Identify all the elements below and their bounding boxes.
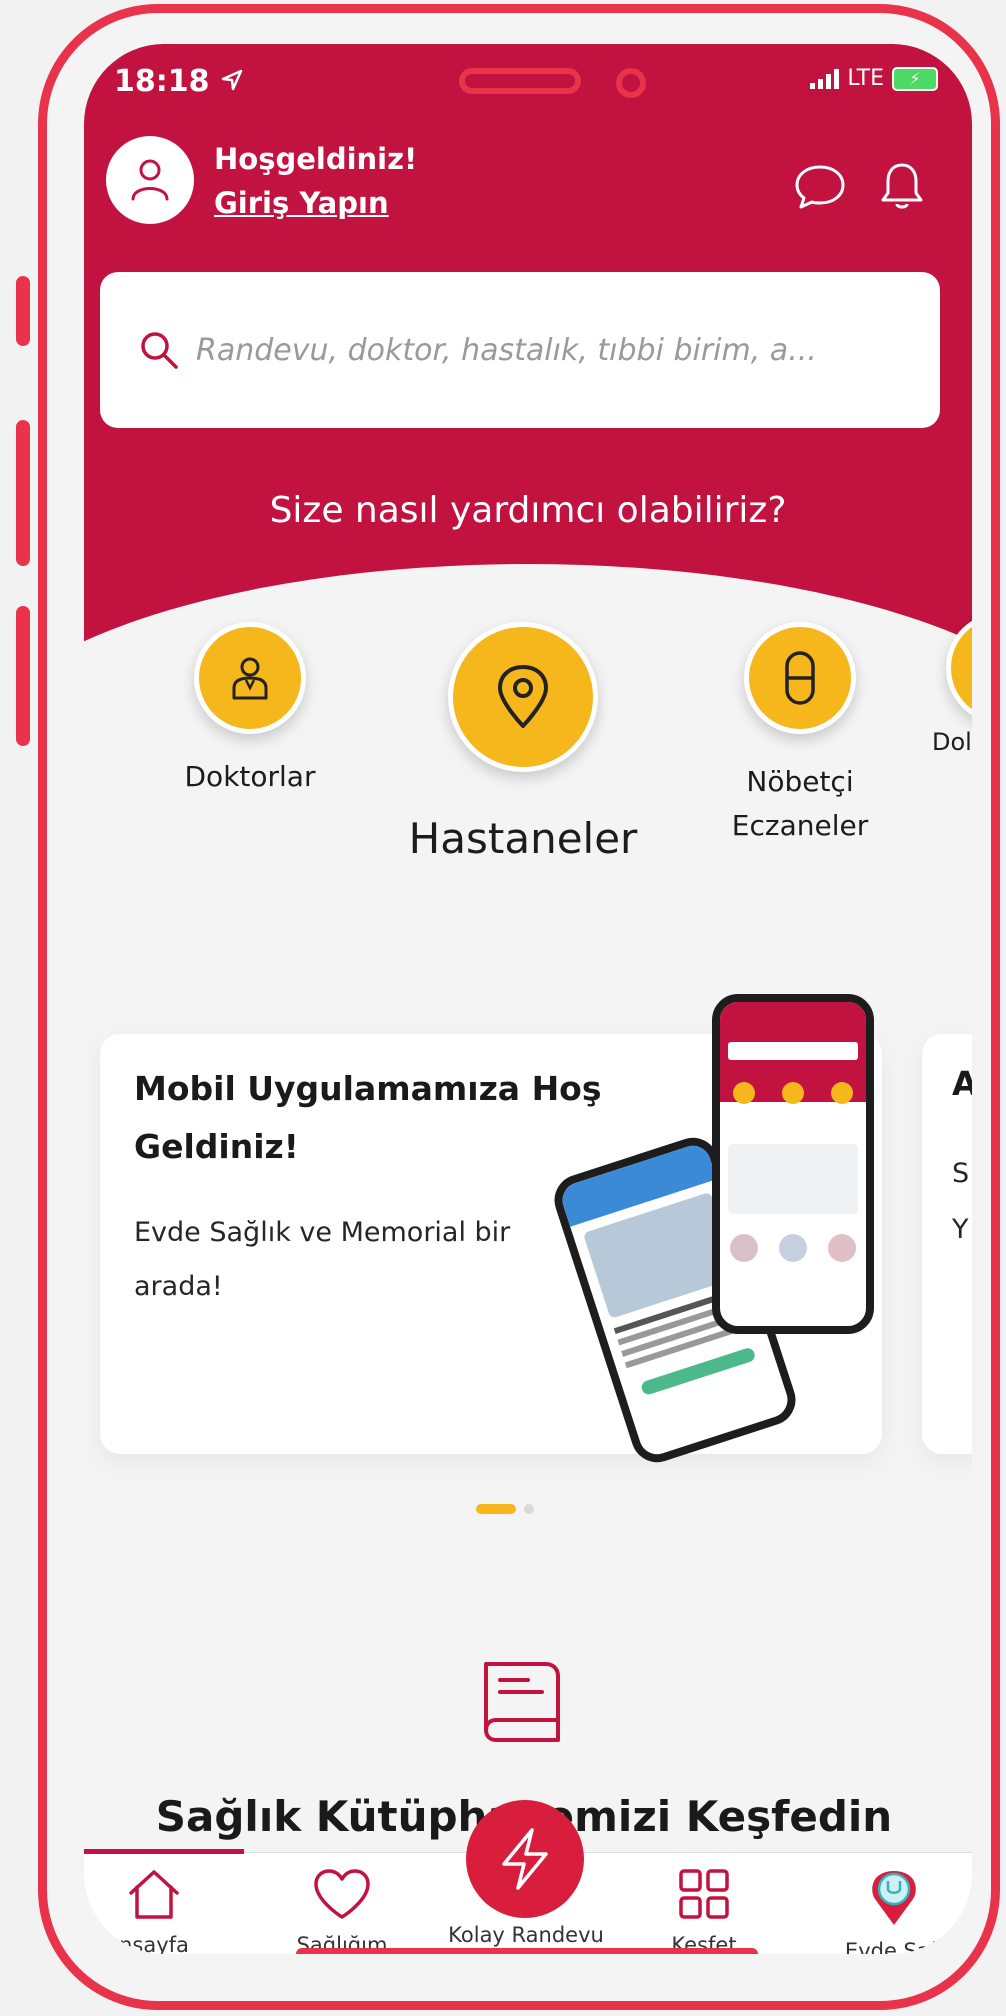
lightning-icon <box>502 1828 548 1890</box>
stethoscope-pin-icon <box>872 1871 916 1925</box>
nav-home-health-label: Evde Sağ <box>844 1939 944 1954</box>
book-icon <box>480 1656 564 1752</box>
login-link[interactable]: Giriş Yapın <box>214 186 389 220</box>
category-hospitals-button[interactable] <box>448 622 598 772</box>
category-doctors-button[interactable] <box>194 622 306 734</box>
search-input[interactable] <box>194 331 898 369</box>
device-mute-button <box>16 276 30 346</box>
nav-active-indicator <box>84 1849 244 1854</box>
camera-notch-dot <box>616 68 646 98</box>
carousel-dot[interactable] <box>524 1504 534 1514</box>
doctor-icon <box>232 657 268 700</box>
app-screen: 18:18 LTE ⚡ Hoşgeldiniz! Giriş Yapın Siz… <box>84 44 972 1954</box>
home-indicator <box>296 1948 758 1954</box>
nav-home-health[interactable]: Evde Sağ <box>814 1867 972 1954</box>
nav-quick-appointment-label: Kolay Randevu <box>448 1923 604 1947</box>
category-pharmacies-label[interactable]: Nöbetçi Eczaneler <box>690 760 910 848</box>
status-time: 18:18 <box>114 64 244 100</box>
network-label: LTE <box>847 66 884 91</box>
carousel-pagination[interactable] <box>476 1504 534 1514</box>
bell-icon <box>881 163 923 209</box>
nav-my-health[interactable]: Sağlığım <box>262 1867 422 1954</box>
status-indicators: LTE ⚡ <box>810 66 938 91</box>
signal-icon <box>810 68 840 89</box>
category-next-label[interactable]: Dol <box>932 728 972 756</box>
location-pin-icon <box>498 665 548 728</box>
promo-card-next-text: S Y <box>952 1158 970 1245</box>
category-pharmacies-button[interactable] <box>744 622 856 734</box>
search-bar[interactable] <box>100 272 940 428</box>
home-icon <box>129 1870 179 1919</box>
promo-card-next-title: A <box>952 1064 972 1103</box>
category-hospitals-label[interactable]: Hastaneler <box>388 814 658 863</box>
location-arrow-icon <box>220 65 244 100</box>
nav-home-label: nsayfa <box>119 1933 189 1954</box>
help-title: Size nasıl yardımcı olabiliriz? <box>269 490 787 531</box>
device-volume-down-button <box>16 606 30 746</box>
welcome-text: Hoşgeldiniz! <box>214 142 418 176</box>
grid-icon <box>679 1869 729 1919</box>
user-icon <box>131 159 169 201</box>
promo-card-title: Mobil Uygulamamıza Hoş Geldiniz! <box>134 1069 602 1166</box>
quick-appointment-fab[interactable] <box>466 1800 584 1918</box>
avatar[interactable] <box>106 136 194 224</box>
nav-explore[interactable]: Keşfet <box>624 1867 784 1954</box>
status-time-text: 18:18 <box>114 64 210 99</box>
nav-home[interactable]: nsayfa <box>84 1867 234 1954</box>
nav-quick-appointment[interactable]: Kolay Randevu <box>426 1915 626 1947</box>
pill-icon <box>785 651 815 705</box>
promo-card-next[interactable]: A S Y <box>922 1034 972 1454</box>
notifications-button[interactable] <box>874 158 930 214</box>
carousel-dot-active[interactable] <box>476 1504 516 1514</box>
camera-notch-pill <box>459 68 581 94</box>
search-icon <box>138 329 180 371</box>
chat-icon <box>795 165 845 209</box>
chat-button[interactable] <box>792 158 848 214</box>
promo-card-text: Evde Sağlık ve Memorial bir arada! <box>134 1217 511 1302</box>
device-volume-up-button <box>16 420 30 566</box>
promo-phone-image-front <box>712 994 874 1334</box>
category-doctors-label[interactable]: Doktorlar <box>150 760 350 793</box>
promo-card[interactable]: Mobil Uygulamamıza Hoş Geldiniz! Evde Sa… <box>100 994 882 1469</box>
heart-icon <box>314 1869 370 1919</box>
battery-icon: ⚡ <box>892 66 938 91</box>
